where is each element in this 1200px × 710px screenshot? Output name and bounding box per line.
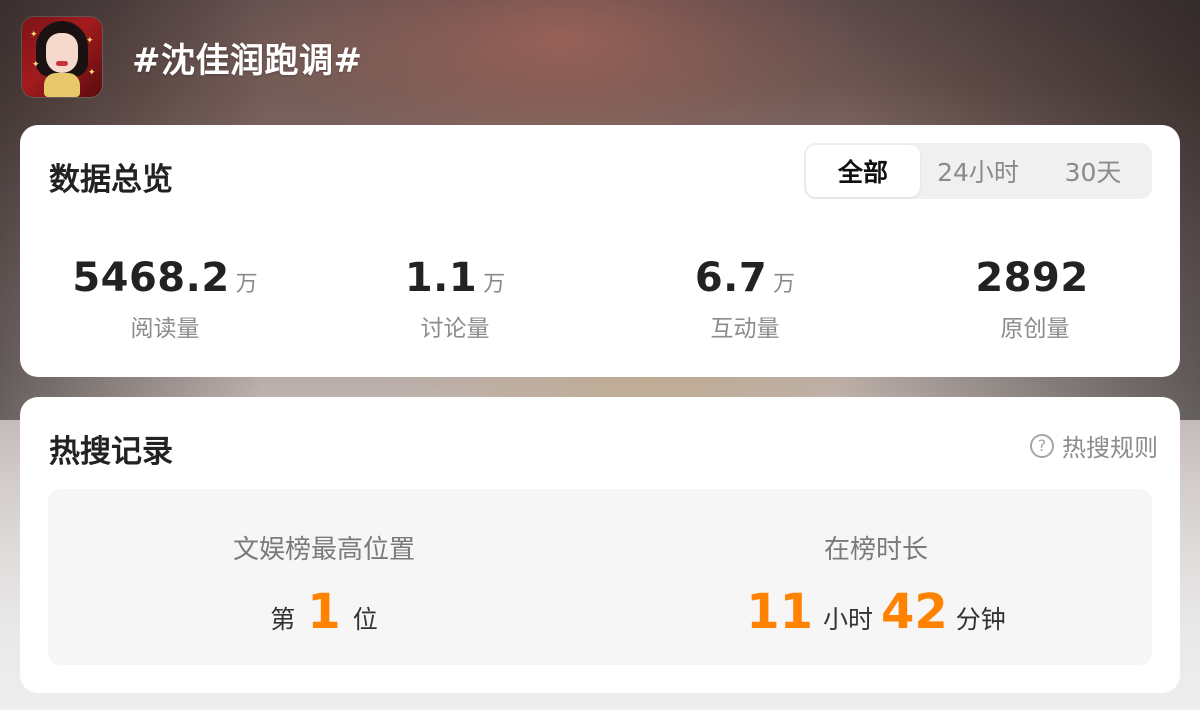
tab-30d[interactable]: 30天 [1036,145,1150,197]
sparkle-icon: ✦ [32,60,40,70]
stats-row: 5468.2 万 阅读量 1.1 万 讨论量 6.7 万 互动量 2892 原创… [20,255,1180,343]
topic-page: ✦ ✦ ✦ ✦ #沈佳润跑调# 数据总览 全部 24小时 30天 5468.2 … [0,0,1200,710]
stat-originals: 2892 原创量 [890,255,1180,343]
hot-search-card: 热搜记录 ? 热搜规则 文娱榜最高位置 第 1 位 在榜时长 11 小时 42 [20,397,1180,693]
sparkle-icon: ✦ [30,30,38,40]
stat-discussions-value: 1.1 [404,255,478,301]
time-range-tabs: 全部 24小时 30天 [804,143,1152,199]
stat-reads: 5468.2 万 阅读量 [20,255,310,343]
topic-title: #沈佳润跑调# [132,40,363,81]
hot-search-record-box: 文娱榜最高位置 第 1 位 在榜时长 11 小时 42 分钟 [48,489,1152,665]
avatar[interactable]: ✦ ✦ ✦ ✦ [22,17,102,97]
sparkle-icon: ✦ [86,36,94,46]
avatar-lips [56,61,68,66]
tab-all[interactable]: 全部 [806,145,920,197]
stat-interactions-label: 互动量 [710,316,780,342]
avatar-face [46,33,78,73]
data-overview-card: 数据总览 全部 24小时 30天 5468.2 万 阅读量 1.1 万 讨论量 [20,125,1180,377]
duration-hours-unit: 小时 [822,605,873,634]
best-rank-suffix: 位 [352,605,378,634]
stat-originals-value: 2892 [975,255,1089,301]
best-rank-label: 文娱榜最高位置 [232,535,415,565]
tab-24h[interactable]: 24小时 [920,145,1036,197]
duration-hours: 11 [746,584,813,640]
question-circle-icon: ? [1030,433,1054,458]
stat-interactions: 6.7 万 互动量 [600,255,890,343]
stat-discussions-unit: 万 [483,272,506,297]
best-rank-prefix: 第 [270,605,296,634]
stat-originals-label: 原创量 [1000,316,1070,342]
duration-minutes-unit: 分钟 [955,605,1006,634]
stat-reads-value: 5468.2 [72,255,230,301]
topic-header: ✦ ✦ ✦ ✦ #沈佳润跑调# [22,17,362,97]
duration-minutes: 42 [881,584,948,640]
hot-search-title: 热搜记录 [49,434,173,470]
stat-interactions-unit: 万 [773,272,796,297]
duration-label: 在榜时长 [823,535,928,565]
best-rank-block: 文娱榜最高位置 第 1 位 [48,489,600,665]
avatar-hand [44,73,80,97]
stat-reads-unit: 万 [235,272,258,297]
stat-discussions-label: 讨论量 [420,316,490,342]
hot-search-rules-link[interactable]: ? 热搜规则 [1030,428,1158,463]
hot-search-rules-label: 热搜规则 [1062,434,1158,462]
stat-reads-label: 阅读量 [130,316,200,342]
overview-title: 数据总览 [49,162,173,198]
sparkle-icon: ✦ [88,68,96,78]
stat-discussions: 1.1 万 讨论量 [310,255,600,343]
stat-interactions-value: 6.7 [694,255,768,301]
best-rank-value: 1 [307,584,341,640]
duration-block: 在榜时长 11 小时 42 分钟 [600,489,1152,665]
